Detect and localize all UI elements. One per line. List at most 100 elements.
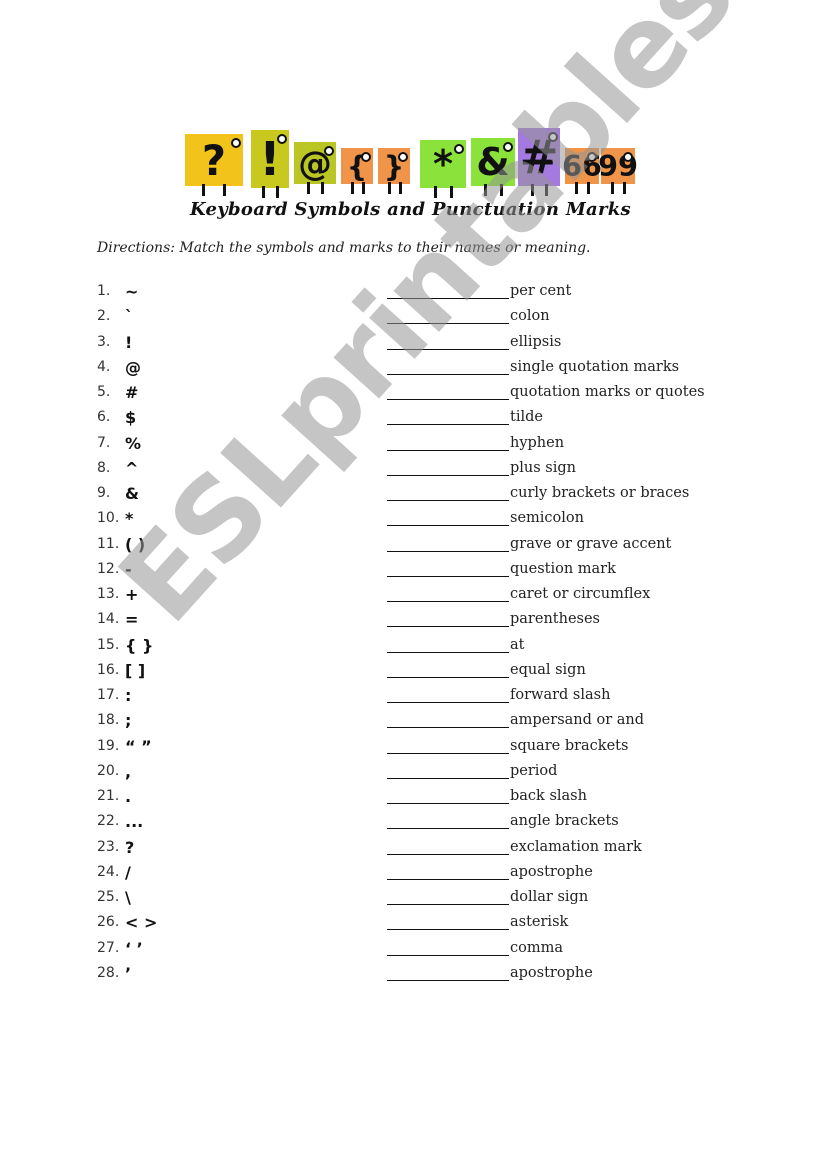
answer-blank[interactable] [387, 702, 509, 703]
answer-blank[interactable] [387, 550, 509, 552]
item-number: 14. [97, 611, 120, 628]
answer-blank[interactable] [387, 399, 509, 400]
item-symbol: & [125, 484, 139, 503]
item-name: question mark [510, 560, 616, 577]
list-item: 2. ` colon [97, 307, 797, 333]
item-symbol: + [125, 585, 139, 604]
cartoon-eye-icon [454, 144, 464, 154]
answer-blank[interactable] [387, 626, 509, 628]
item-number: 22. [97, 813, 120, 830]
answer-blank[interactable] [387, 348, 509, 350]
cartoon-leg-icon [587, 182, 591, 194]
item-number: 8. [97, 459, 111, 476]
answer-blank[interactable] [387, 525, 509, 527]
answer-blank[interactable] [387, 752, 509, 754]
cartoon-eye-icon [277, 134, 287, 144]
cartoon-leg-icon [530, 184, 534, 196]
list-item: 8. ^ plus sign [97, 458, 797, 485]
item-symbol: $ [125, 408, 137, 428]
answer-blank[interactable] [387, 954, 509, 956]
directions-text: Directions: Match the symbols and marks … [97, 240, 591, 256]
item-name: asterisk [510, 914, 569, 931]
list-item: 10. * semicolon [97, 509, 797, 535]
item-symbol: ^ [125, 458, 139, 478]
cartoon-leg-icon [449, 186, 453, 198]
item-name: back slash [510, 788, 587, 804]
answer-blank[interactable] [387, 373, 509, 375]
answer-blank[interactable] [387, 853, 509, 855]
answer-blank[interactable] [387, 298, 509, 299]
item-number: 16. [97, 661, 120, 678]
item-name: equal sign [510, 661, 586, 678]
item-number: 4. [97, 358, 111, 375]
item-symbol: - [125, 559, 132, 579]
cartoon-leg-icon [545, 184, 549, 196]
item-symbol: ’ [125, 963, 132, 983]
item-number: 5. [97, 384, 111, 400]
item-name: semicolon [510, 510, 584, 527]
item-symbol: ... [125, 812, 144, 832]
cartoon-leg-icon [262, 186, 266, 198]
item-name: comma [510, 939, 563, 956]
item-name: colon [510, 308, 550, 325]
answer-blank[interactable] [387, 500, 509, 501]
cartoon-leg-icon [433, 186, 437, 198]
item-name: apostrophe [510, 863, 593, 880]
item-name: dollar sign [510, 889, 589, 905]
answer-blank[interactable] [387, 904, 509, 905]
answer-blank[interactable] [387, 727, 509, 729]
item-name: parentheses [510, 611, 600, 628]
answer-blank[interactable] [387, 979, 509, 981]
page-title: Keyboard Symbols and Punctuation Marks [189, 199, 631, 220]
cartoon-leg-icon [398, 182, 402, 194]
item-name: square brackets [510, 737, 629, 754]
item-number: 19. [97, 737, 120, 754]
item-number: 26. [97, 914, 120, 931]
answer-blank[interactable] [387, 828, 509, 830]
list-item: 20., period [97, 761, 797, 788]
item-symbol: ; [125, 711, 132, 731]
list-item: 12. - question mark [97, 559, 797, 586]
list-item: 19. “ ” square brackets [97, 737, 797, 763]
item-symbol: ~ [125, 282, 139, 301]
list-item: 1. ~ per cent [97, 282, 797, 308]
banner-character-tile: @ [294, 142, 336, 194]
list-item: 28. ’ apostrophe [97, 963, 797, 990]
item-symbol: # [125, 383, 139, 402]
item-symbol: ` [125, 307, 133, 327]
answer-blank[interactable] [387, 803, 509, 804]
cartoon-leg-icon [275, 186, 279, 198]
answer-blank[interactable] [387, 651, 509, 653]
item-name: single quotation marks [510, 358, 680, 375]
item-name: tilde [510, 409, 543, 426]
answer-blank[interactable] [387, 474, 509, 476]
answer-blank[interactable] [387, 424, 509, 426]
answer-blank[interactable] [387, 575, 509, 577]
list-item: 4. @ single quotation marks [97, 358, 797, 384]
answer-blank[interactable] [387, 929, 509, 931]
item-number: 25. [97, 889, 120, 905]
answer-blank[interactable] [387, 878, 509, 880]
item-name: plus sign [510, 459, 577, 476]
cartoon-leg-icon [350, 182, 354, 194]
banner-character-tile: # [518, 128, 560, 196]
item-number: 27. [97, 939, 120, 956]
item-number: 17. [97, 687, 120, 703]
cartoon-leg-icon [484, 184, 488, 196]
list-item: 17.: forward slash [97, 686, 797, 712]
item-number: 9. [97, 485, 111, 501]
answer-blank[interactable] [387, 777, 509, 779]
answer-blank[interactable] [387, 323, 509, 325]
item-symbol: [ ] [125, 660, 146, 680]
cartoon-leg-icon [202, 184, 206, 196]
item-name: angle brackets [510, 813, 619, 830]
list-item: 24. / apostrophe [97, 863, 797, 889]
answer-blank[interactable] [387, 449, 509, 451]
cartoon-leg-icon [623, 182, 627, 194]
answer-blank[interactable] [387, 676, 509, 678]
answer-blank[interactable] [387, 601, 509, 602]
cartoon-leg-icon [321, 182, 325, 194]
item-symbol: = [125, 610, 139, 630]
item-symbol: , [125, 761, 132, 781]
item-number: 20. [97, 762, 120, 779]
